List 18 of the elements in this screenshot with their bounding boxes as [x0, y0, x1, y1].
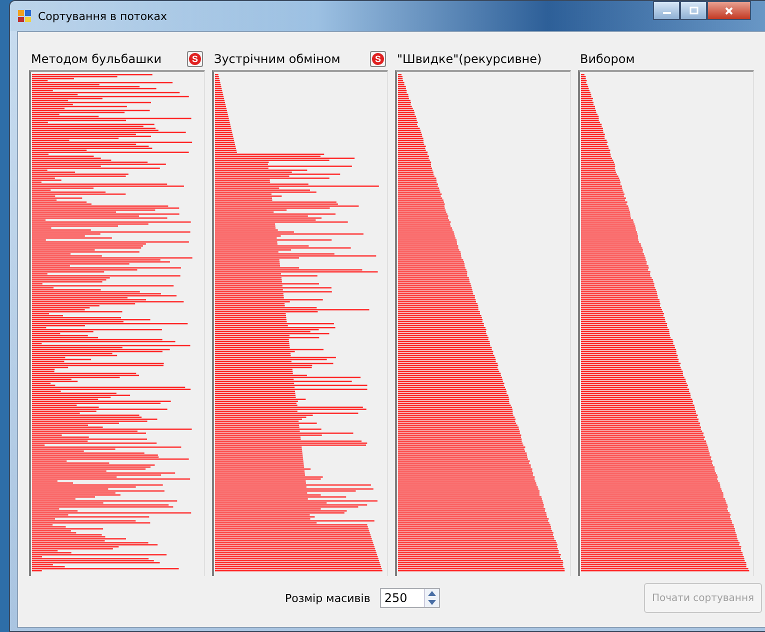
maximize-button[interactable]: [680, 1, 707, 20]
app-icon: [17, 8, 33, 24]
panel-title: "Швидке"(рекурсивне): [397, 52, 542, 66]
stop-button[interactable]: S: [187, 51, 203, 67]
window-title: Сортування в потоках: [38, 10, 167, 22]
maximize-icon: [688, 6, 698, 16]
size-spinner[interactable]: 250: [380, 588, 440, 608]
size-label: Розмір масивів: [285, 592, 370, 604]
minimize-button[interactable]: [653, 1, 680, 20]
panel-title: Зустрічним обміном: [214, 52, 340, 66]
close-button[interactable]: [707, 1, 751, 20]
stop-button[interactable]: S: [370, 51, 386, 67]
up-arrow-icon[interactable]: [428, 591, 436, 596]
close-icon: [724, 6, 734, 16]
down-arrow-icon[interactable]: [428, 600, 436, 605]
minimize-icon: [662, 12, 670, 14]
panel-title: Методом бульбашки: [31, 52, 162, 66]
panel-title: Вибором: [580, 52, 635, 66]
